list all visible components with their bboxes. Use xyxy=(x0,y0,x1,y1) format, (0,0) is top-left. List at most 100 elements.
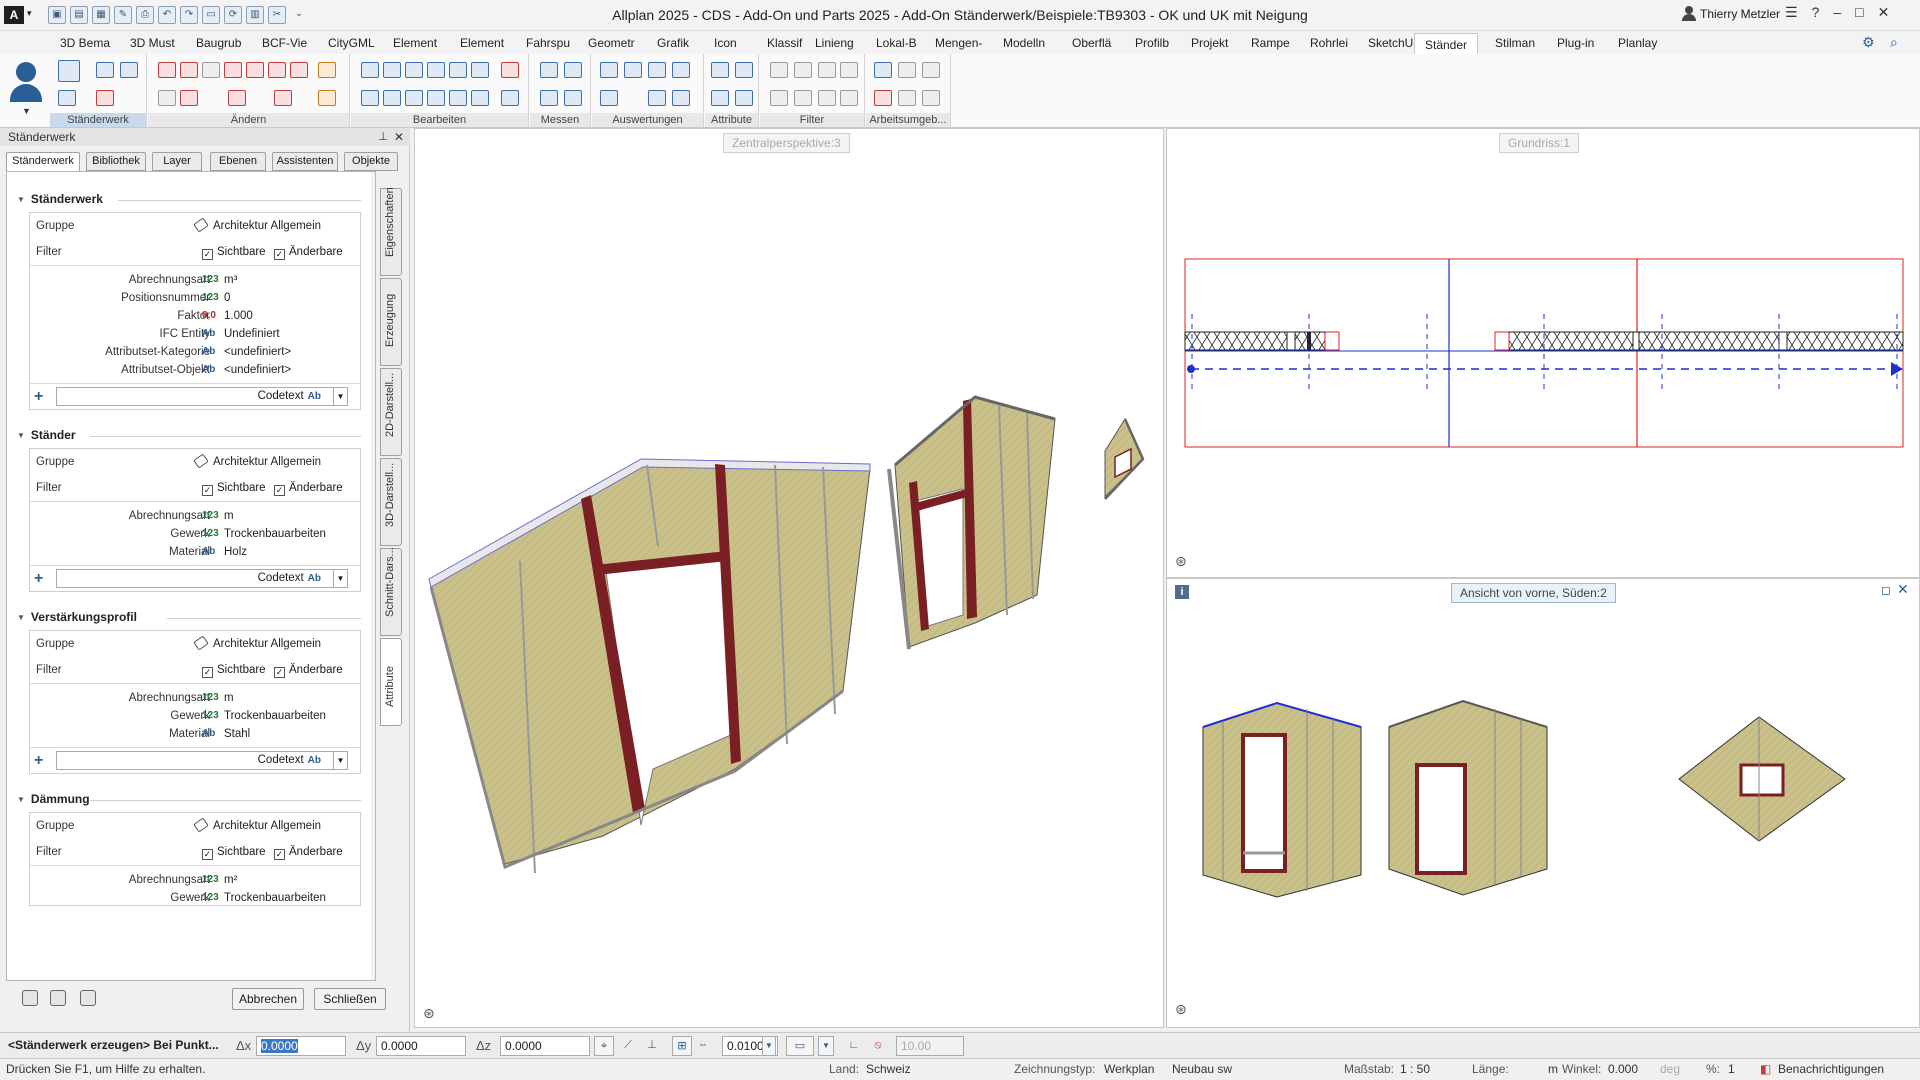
attribute-value[interactable]: Trockenbauarbeiten xyxy=(224,525,326,543)
attribute-icon-4[interactable] xyxy=(735,90,753,106)
dy-input[interactable]: 0.0000 xyxy=(376,1036,466,1056)
attribute-value[interactable]: <undefiniert> xyxy=(224,361,291,379)
section-header[interactable]: Ständer xyxy=(17,428,76,442)
attribute-value[interactable]: Trockenbauarbeiten xyxy=(224,707,326,725)
edit-icon-1[interactable] xyxy=(158,62,176,78)
bearbeiten-icon-13[interactable] xyxy=(501,90,519,106)
report-icon-5[interactable] xyxy=(600,90,618,106)
plan-navigation-icon[interactable]: ⊛ xyxy=(1175,553,1187,570)
angle-icon[interactable]: ∟ xyxy=(844,1036,864,1056)
codetext-dropdown-icon[interactable]: ▼ xyxy=(333,388,347,405)
tab-assistenten[interactable]: Assistenten xyxy=(272,152,338,171)
view-icon[interactable]: ▭ xyxy=(202,6,220,24)
bearbeiten-icon-5[interactable] xyxy=(449,62,467,78)
attribute-row[interactable]: Abrechnungsart 123 m xyxy=(30,689,360,707)
notifications-icon[interactable]: ◧ xyxy=(1760,1059,1771,1079)
panel-scrollbar[interactable] xyxy=(371,172,375,980)
bearbeiten-icon-9[interactable] xyxy=(405,90,423,106)
open-file-icon[interactable]: ▤ xyxy=(70,6,88,24)
ribbon-tab-19[interactable]: Rampe xyxy=(1251,32,1290,54)
attribute-value[interactable]: m² xyxy=(224,871,237,889)
gruppe-value[interactable]: Architektur Allgemein xyxy=(193,817,321,835)
edit-icon-4[interactable] xyxy=(224,62,242,78)
aenderbare-checkbox[interactable]: ✓ Änderbare xyxy=(274,843,343,861)
codetext-field[interactable]: Codetext Ab ▼ xyxy=(56,387,348,406)
open-favorite-icon[interactable] xyxy=(50,990,66,1006)
env-icon-6[interactable] xyxy=(922,90,940,106)
ribbon-settings-icon[interactable]: ⚙ xyxy=(1862,34,1875,51)
report-icon-4[interactable] xyxy=(672,62,690,78)
length-unit[interactable]: m xyxy=(1548,1059,1558,1079)
ribbon-tab-10[interactable]: Icon xyxy=(714,32,737,54)
env-icon-5[interactable] xyxy=(898,90,916,106)
tab-layer[interactable]: Layer xyxy=(152,152,202,171)
report-icon-2[interactable] xyxy=(624,62,642,78)
ribbon-tab-17[interactable]: Profilb xyxy=(1135,32,1169,54)
ribbon-tab-5[interactable]: Element xyxy=(393,32,437,54)
codetext-field[interactable]: Codetext Ab ▼ xyxy=(56,751,348,770)
vtab-eigenschaften[interactable]: Eigenschaften xyxy=(380,187,402,276)
ribbon-tab-6[interactable]: Element xyxy=(460,32,504,54)
filter-icon-2[interactable] xyxy=(794,62,812,78)
report-icon-6[interactable] xyxy=(648,90,666,106)
ribbon-tab-13[interactable]: Lokal-B xyxy=(876,32,917,54)
layout-icon[interactable]: ▥ xyxy=(246,6,264,24)
add-attribute-icon[interactable]: + xyxy=(34,571,43,587)
bearbeiten-icon-11[interactable] xyxy=(449,90,467,106)
attribute-row[interactable]: IFC Entity Ab Undefiniert xyxy=(30,325,360,343)
ribbon-tab-2[interactable]: Baugrub xyxy=(196,32,241,54)
gruppe-value[interactable]: Architektur Allgemein xyxy=(193,217,321,235)
attribute-value[interactable]: Holz xyxy=(224,543,247,561)
attribute-row[interactable]: Positionsnummer 123 0 xyxy=(30,289,360,307)
vtab-2d-darstellung[interactable]: 2D-Darstell... xyxy=(380,368,402,456)
add-attribute-icon[interactable]: + xyxy=(34,389,43,405)
panel-close-icon[interactable]: ✕ xyxy=(394,128,404,146)
ribbon-tab-9[interactable]: Grafik xyxy=(657,32,689,54)
gruppe-value[interactable]: Architektur Allgemein xyxy=(193,453,321,471)
percent-value[interactable]: 1 xyxy=(1728,1059,1735,1079)
bearbeiten-icon-3[interactable] xyxy=(405,62,423,78)
dz-input[interactable]: 0.0000 xyxy=(500,1036,590,1056)
attribute-row[interactable]: Abrechnungsart 123 m² xyxy=(30,871,360,889)
attribute-value[interactable]: m xyxy=(224,507,234,525)
attribute-value[interactable]: Undefiniert xyxy=(224,325,280,343)
attribute-row[interactable]: Abrechnungsart 123 m³ xyxy=(30,271,360,289)
ribbon-tab-7[interactable]: Fahrspu xyxy=(526,32,570,54)
tab-bibliothek[interactable]: Bibliothek xyxy=(86,152,146,171)
filter-icon-7[interactable] xyxy=(818,90,836,106)
vtab-3d-darstellung[interactable]: 3D-Darstell... xyxy=(380,458,402,546)
ribbon-tab-11[interactable]: Klassif xyxy=(767,32,802,54)
codetext-field[interactable]: Codetext Ab ▼ xyxy=(56,569,348,588)
open-project-icon[interactable]: ▣ xyxy=(48,6,66,24)
attribute-row[interactable]: Material Ab Stahl xyxy=(30,725,360,743)
ribbon-tab-16[interactable]: Oberflä xyxy=(1072,32,1111,54)
save-icon[interactable]: ▦ xyxy=(92,6,110,24)
front-navigation-icon[interactable]: ⊛ xyxy=(1175,1001,1187,1018)
tools-icon[interactable]: ✂ xyxy=(268,6,286,24)
attributes-list[interactable]: Ständerwerk Gruppe Architektur Allgemein Fi… xyxy=(6,171,376,981)
attribute-icon-1[interactable] xyxy=(711,62,729,78)
notifications-label[interactable]: Benachrichtigungen xyxy=(1778,1059,1884,1079)
angle-input[interactable]: 10.00 xyxy=(896,1036,964,1056)
filter-icon-3[interactable] xyxy=(818,62,836,78)
refresh-icon[interactable]: ⟳ xyxy=(224,6,242,24)
edit-icon-11[interactable] xyxy=(228,90,246,106)
edit-icon-8[interactable] xyxy=(318,62,336,78)
undo-icon[interactable]: ↶ xyxy=(158,6,176,24)
attribute-value[interactable]: 1.000 xyxy=(224,307,253,325)
viewport-front[interactable]: i Ansicht von vorne, Süden:2 ◻ ✕ ⊛ xyxy=(1166,578,1920,1028)
vtab-attribute[interactable]: Attribute xyxy=(380,638,402,726)
measure-icon-4[interactable] xyxy=(564,90,582,106)
edit-icon-3[interactable] xyxy=(202,62,220,78)
attribute-row[interactable]: Gewerk 123 Trockenbauarbeiten xyxy=(30,889,360,907)
step-dropdown-icon[interactable]: ▼ xyxy=(762,1036,776,1056)
minimize-icon[interactable]: – xyxy=(1833,4,1841,21)
ribbon-tab-22[interactable]: Ständer xyxy=(1414,33,1479,55)
edit-icon-10[interactable] xyxy=(180,90,198,106)
bearbeiten-icon-4[interactable] xyxy=(427,62,445,78)
viewport-plan[interactable]: Grundriss:1 ⊛ xyxy=(1166,128,1920,578)
aenderbare-checkbox[interactable]: ✓ Änderbare xyxy=(274,661,343,679)
attribute-row[interactable]: Abrechnungsart 123 m xyxy=(30,507,360,525)
sichtbare-checkbox[interactable]: ✓ Sichtbare xyxy=(202,243,266,261)
attribute-row[interactable]: Attributset-Kategorie Ab <undefiniert> xyxy=(30,343,360,361)
